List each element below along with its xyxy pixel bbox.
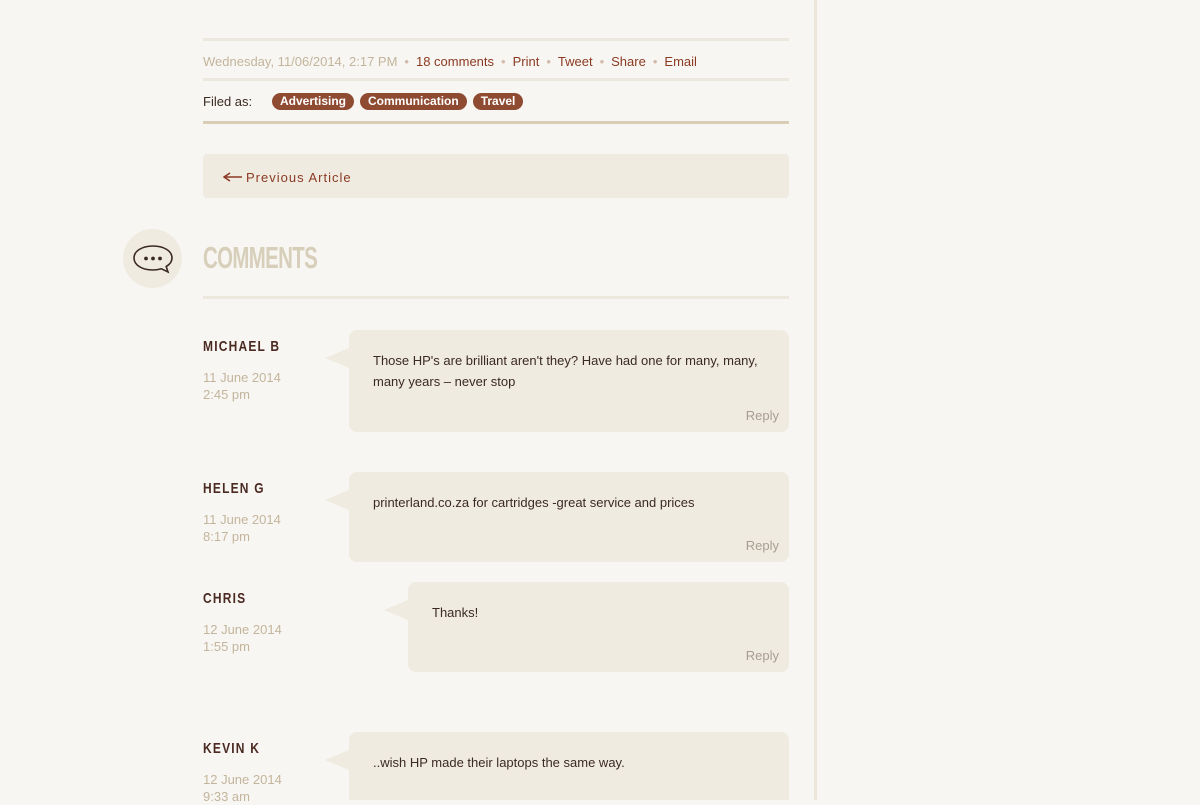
comment-date: 12 June 2014 [203, 622, 282, 637]
comment-text: ..wish HP made their laptops the same wa… [373, 755, 625, 770]
arrow-left-icon [223, 172, 242, 182]
tag-advertising[interactable]: Advertising [272, 92, 355, 110]
comment-author: Chris [203, 590, 247, 607]
reply-link[interactable]: Reply [746, 407, 779, 424]
tweet-link[interactable]: Tweet [558, 54, 593, 69]
comment-author: Kevin K [203, 740, 261, 757]
comments-section-icon [123, 229, 182, 288]
divider [203, 121, 789, 124]
meta-separator: • [546, 54, 551, 69]
comment-date: 11 June 2014 [203, 370, 281, 385]
comment-time: 2:45 pm [203, 387, 250, 402]
email-link[interactable]: Email [664, 54, 697, 69]
meta-separator: • [501, 54, 506, 69]
bubble-tail [325, 750, 349, 770]
reply-link[interactable]: Reply [746, 647, 779, 664]
previous-article-link[interactable]: Previous Article [223, 167, 352, 187]
comments-heading: Comments [203, 240, 318, 275]
reply-link[interactable]: Reply [746, 537, 779, 554]
comment-time: 9:33 am [203, 789, 250, 804]
article-meta: Wednesday, 11/06/2014, 2:17 PM • 18 commen… [203, 52, 697, 72]
comment-bubble: printerland.co.za for cartridges -great … [325, 472, 789, 562]
tag-communication[interactable]: Communication [360, 92, 467, 110]
print-link[interactable]: Print [513, 54, 540, 69]
bubble-tail [325, 348, 349, 368]
comment-bubble: ..wish HP made their laptops the same wa… [325, 732, 789, 800]
previous-article-label: Previous Article [246, 169, 352, 185]
comment-author: Helen G [203, 480, 265, 497]
comment-text: Thanks! [432, 605, 479, 620]
meta-separator: • [404, 54, 409, 69]
speech-bubble-icon [133, 245, 173, 274]
article-nav: Previous Article [203, 154, 789, 198]
comment-text: printerland.co.za for cartridges -great … [373, 495, 695, 510]
bubble-tail [325, 490, 349, 510]
column-divider [814, 0, 817, 800]
bubble-tail [384, 600, 408, 620]
comment-time: 1:55 pm [203, 639, 250, 654]
comment-date: 12 June 2014 [203, 772, 282, 787]
article-date: Wednesday, 11/06/2014, 2:17 PM [203, 54, 398, 69]
comment-text: Those HP's are brilliant aren't they? Ha… [373, 353, 758, 389]
filed-as-label: Filed as: [203, 93, 253, 109]
meta-separator: • [599, 54, 605, 69]
tag-travel[interactable]: Travel [472, 92, 524, 110]
comment-bubble: Those HP's are brilliant aren't they? Ha… [325, 330, 789, 432]
comment-bubble: Thanks! Reply [384, 582, 789, 672]
meta-separator: • [652, 54, 658, 69]
divider [203, 296, 789, 299]
comment-time: 8:17 pm [203, 529, 250, 544]
divider [203, 38, 789, 41]
share-link[interactable]: Share [611, 54, 646, 69]
comment-date: 11 June 2014 [203, 512, 281, 527]
filed-as-row: Filed as: Advertising Communication Trav… [203, 91, 529, 111]
divider [203, 78, 789, 81]
comment-author: Michael B [203, 338, 281, 355]
comments-count-link[interactable]: 18 comments [416, 54, 494, 69]
